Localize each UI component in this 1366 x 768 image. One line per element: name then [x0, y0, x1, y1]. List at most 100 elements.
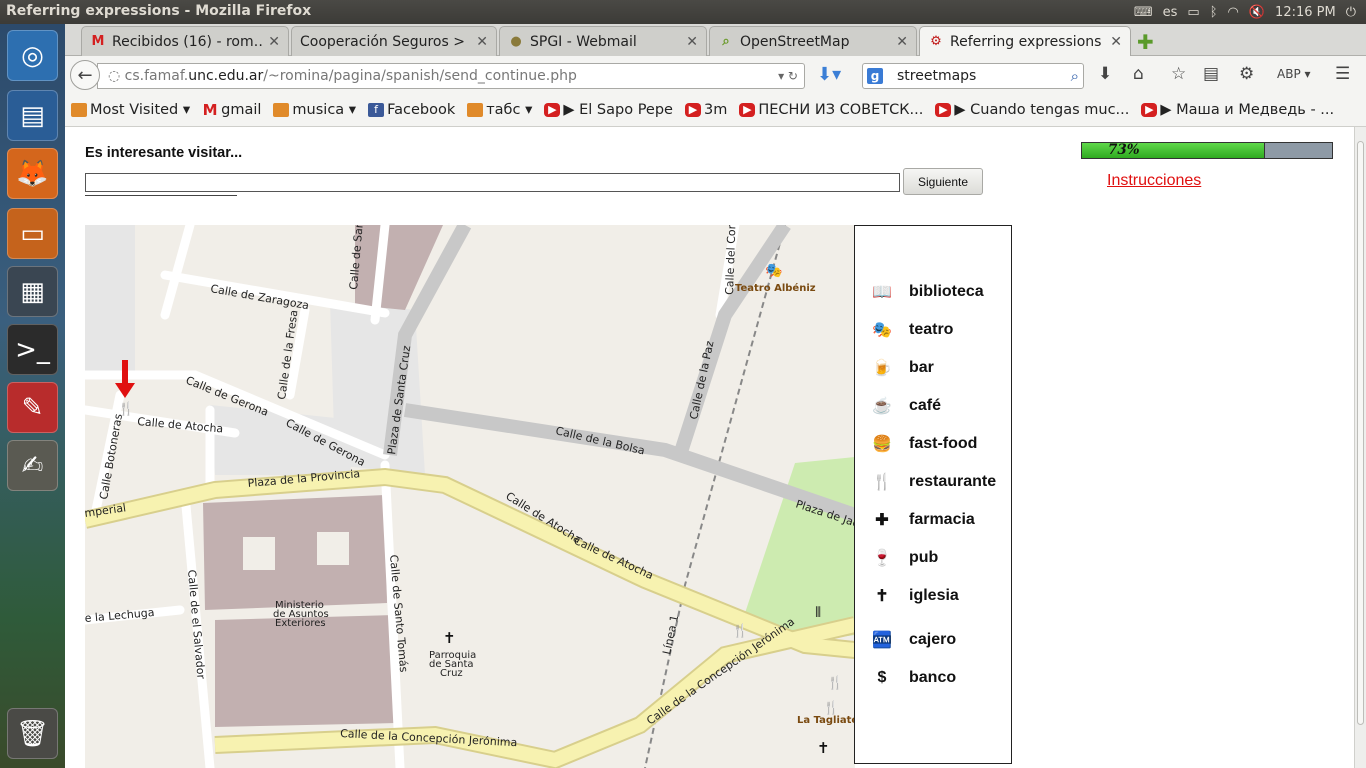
bookmark-el-sapo-pepe[interactable]: ▶ ▶ El Sapo Pepe	[544, 102, 673, 118]
home-icon[interactable]: ⌂	[1133, 64, 1144, 84]
unity-launcher: ◎ ▤ 🦊 ▭ ▦ >_ ✎ ✍ 🗑	[0, 24, 65, 768]
pub-icon: 🍷	[872, 550, 892, 567]
bookmark-most-visited[interactable]: Most Visited ▾	[71, 102, 190, 118]
restaurant-icon[interactable]: 🍴	[827, 675, 843, 691]
new-tab-icon[interactable]: ✚	[1137, 30, 1154, 54]
globe-icon: ◌	[108, 68, 125, 84]
bookmark-gmail[interactable]: Mgmail	[202, 101, 262, 119]
magnifier-icon: ⌕	[722, 34, 730, 49]
download-arrow-icon[interactable]: ⬇▾	[817, 64, 841, 85]
volume-icon[interactable]: 🔇	[1249, 5, 1265, 20]
files-icon[interactable]: ▭	[7, 208, 58, 259]
tab-webmail[interactable]: ● SPGI - Webmail ✕	[499, 26, 707, 56]
map-label: La Tagliate	[797, 715, 855, 726]
fastfood-icon: 🍔	[872, 436, 892, 453]
wifi-icon[interactable]: ◠	[1228, 5, 1239, 20]
close-icon[interactable]: ✕	[686, 34, 698, 50]
search-input[interactable]: g streetmaps ⌕	[862, 63, 1084, 89]
pharmacy-icon: ✚	[875, 512, 889, 529]
ubuntu-dash-icon[interactable]: ◎	[7, 30, 58, 81]
gmail-icon: M	[91, 34, 105, 49]
menu-icon[interactable]: ☰	[1335, 64, 1350, 84]
close-icon[interactable]: ✕	[476, 34, 488, 50]
close-icon[interactable]: ✕	[268, 34, 280, 50]
writer-icon[interactable]: ▤	[7, 90, 58, 141]
downloads-icon[interactable]: ⬇	[1098, 64, 1112, 84]
bluetooth-icon[interactable]: ᛒ	[1210, 5, 1218, 20]
map-label: Calle Botoneras	[97, 412, 125, 500]
tab-bar: M Recibidos (16) - rom… ✕ Cooperación Se…	[65, 24, 1366, 56]
restaurant-icon[interactable]: 🍴	[118, 401, 134, 417]
building-ministerio-south	[215, 615, 397, 727]
tab-cooperacion[interactable]: Cooperación Seguros > … ✕	[291, 26, 497, 56]
bookmark-label: табс ▾	[486, 102, 533, 118]
bank-icon: $	[877, 669, 887, 686]
legend-item-farmacia: ✚ farmacia	[869, 509, 975, 531]
map-label: Calle de la Paz	[687, 339, 716, 420]
google-icon[interactable]: g	[867, 68, 883, 84]
firefox-icon[interactable]: 🦊	[7, 148, 58, 199]
addon-icon[interactable]: ⚙	[1239, 64, 1254, 84]
trash-icon[interactable]: 🗑	[7, 708, 58, 759]
restaurant-icon[interactable]: 🍴	[823, 700, 839, 716]
gmail-icon: M	[202, 101, 218, 119]
scrollbar-thumb[interactable]	[1357, 141, 1364, 725]
tab-label: Referring expressions	[950, 33, 1102, 50]
close-icon[interactable]: ✕	[896, 34, 908, 50]
search-icon[interactable]: ⌕	[1071, 64, 1079, 88]
workspace-switcher-icon[interactable]: ▦	[7, 266, 58, 317]
text-editor-icon[interactable]: ✍	[7, 440, 58, 491]
adblock-icon[interactable]: ABP ▾	[1277, 67, 1311, 81]
youtube-icon: ▶	[684, 103, 701, 117]
restaurant-icon[interactable]: 🍴	[732, 623, 748, 639]
document-viewer-icon[interactable]: ✎	[7, 382, 58, 433]
keyboard-layout[interactable]: es	[1163, 5, 1178, 20]
folder-icon	[273, 103, 290, 117]
building-ministerio	[203, 495, 387, 610]
theatre-icon[interactable]: 🎭	[765, 263, 782, 279]
clock[interactable]: 12:16 PM	[1275, 5, 1336, 20]
close-icon[interactable]: ✕	[1110, 34, 1122, 50]
bookmark-cuando-tengas[interactable]: ▶ ▶ Cuando tengas muc...	[935, 102, 1129, 118]
tab-referring-expressions[interactable]: ⚙ Referring expressions ✕	[919, 26, 1131, 56]
bookmark-label: gmail	[221, 102, 262, 118]
bookmark-label: 3m	[703, 102, 728, 118]
bookmark-star-icon[interactable]: ☆	[1171, 64, 1186, 84]
map[interactable]: Calle de Zaragoza Calle de San Calle de …	[85, 225, 855, 768]
bookmark-3m[interactable]: ▶ 3m	[684, 102, 728, 118]
instructions-link[interactable]: Instrucciones	[1107, 172, 1201, 190]
next-button[interactable]: Siguiente	[903, 168, 983, 195]
library-icon: 📖	[872, 284, 892, 301]
url-bar[interactable]: ◌ cs.famaf.unc.edu.ar/~romina/pagina/spa…	[97, 63, 805, 89]
legend-label: cajero	[909, 631, 957, 648]
battery-icon[interactable]: ▭	[1187, 5, 1199, 20]
youtube-icon: ▶	[1141, 103, 1158, 117]
bookmark-label: ▶ Маша и Медведь - ...	[1160, 102, 1335, 118]
bookmarks-bar: Most Visited ▾ Mgmail musica ▾ f Facebook…	[65, 94, 1366, 127]
power-icon[interactable]: ⏻	[1346, 5, 1356, 20]
reload-icon[interactable]: ▾ ↻	[778, 64, 798, 88]
back-button[interactable]: ←	[70, 60, 100, 90]
church-icon[interactable]: ✝	[443, 629, 456, 647]
terminal-icon[interactable]: >_	[7, 324, 58, 375]
bookmark-facebook[interactable]: f Facebook	[368, 102, 455, 118]
legend-label: teatro	[909, 321, 954, 338]
bookmark-musica[interactable]: musica ▾	[273, 102, 356, 118]
bookmarks-list-icon[interactable]: ▤	[1203, 64, 1219, 84]
page-content: Es interesante visitar... Siguiente 73% …	[65, 127, 1366, 768]
keyboard-icon[interactable]: ⌨	[1134, 5, 1153, 20]
bookmark-pesni[interactable]: ▶ ПЕСНИ ИЗ СОВЕТСК...	[739, 102, 923, 118]
bookmark-label: Most Visited ▾	[90, 102, 191, 118]
bookmark-tabs[interactable]: табс ▾	[467, 102, 532, 118]
legend-item-teatro: 🎭 teatro	[869, 319, 953, 341]
bookmark-masha[interactable]: ▶ ▶ Маша и Медведь - ...	[1141, 102, 1334, 118]
legend-label: pub	[909, 549, 939, 566]
legend-label: farmacia	[909, 511, 975, 528]
map-label: Exteriores	[275, 618, 326, 629]
tab-gmail[interactable]: M Recibidos (16) - rom… ✕	[81, 26, 289, 56]
tab-openstreetmap[interactable]: ⌕ OpenStreetMap ✕	[709, 26, 917, 56]
vertical-scrollbar[interactable]	[1354, 127, 1366, 768]
answer-input[interactable]	[85, 173, 900, 192]
church-icon[interactable]: ✝	[817, 739, 830, 757]
legend-item-pub: 🍷 pub	[869, 547, 938, 569]
